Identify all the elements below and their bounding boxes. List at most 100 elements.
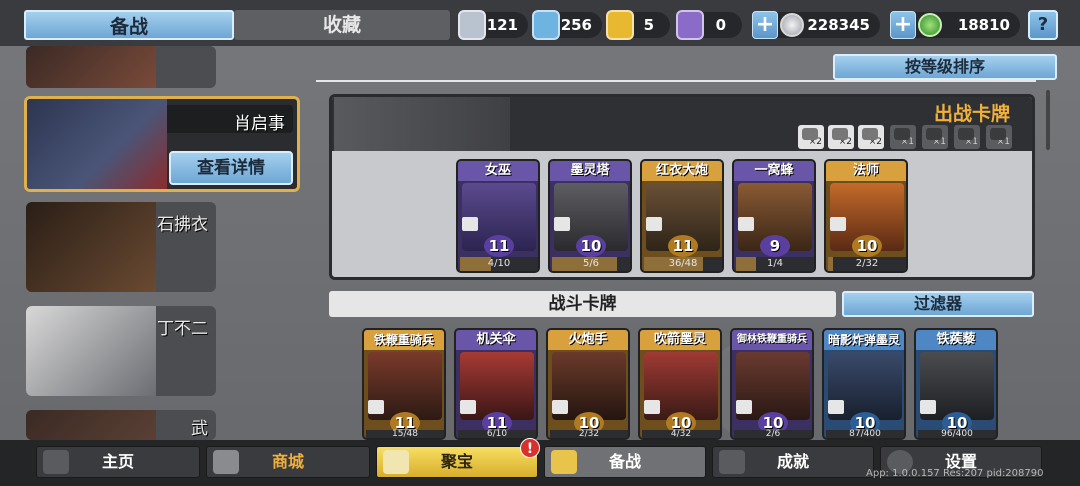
sort-by-level-button[interactable]: 按等级排序 <box>833 54 1057 80</box>
card-name: 一窝蜂 <box>754 163 794 178</box>
hero-portrait <box>26 46 156 88</box>
treasure-bowl-icon <box>383 450 409 474</box>
fight-card[interactable]: 暗影炸弹墨灵 10 87/400 <box>822 328 906 440</box>
bottom-nav: 主页 商城 聚宝 备战 成就 设置 <box>0 440 1080 486</box>
wall-icon <box>554 217 570 231</box>
fight-card[interactable]: 铁蒺藜 10 96/400 <box>914 328 998 440</box>
battle-panel-header: 出战卡牌 ×2 ×2 ×2 ×1 ×1 ×1 ×1 <box>332 97 1032 151</box>
fight-card[interactable]: 铁鞭重骑兵 11 15/48 <box>362 328 446 440</box>
fight-card[interactable]: 御林铁鞭重骑兵 10 2/6 <box>730 328 814 440</box>
unit-type-icon <box>736 400 752 414</box>
blue-crystal-icon <box>532 10 560 40</box>
card-level: 10 <box>576 235 606 257</box>
battle-card[interactable]: 一窝蜂 9 1/4 <box>732 159 816 273</box>
hero-name: 丁不二 <box>157 319 208 339</box>
hero-portrait <box>26 410 156 440</box>
skull-icon <box>802 128 818 140</box>
burst-icon <box>862 128 878 140</box>
unit-type-icon <box>644 400 660 414</box>
nav-shop[interactable]: 商城 <box>206 446 370 478</box>
card-progress: 2/32 <box>550 430 628 438</box>
app-version-info: App: 1.0.0.157 Res:207 pid:208790 <box>866 468 1044 479</box>
skull-icon <box>462 217 478 231</box>
divider <box>316 80 1036 82</box>
progress-fill <box>828 257 833 271</box>
gear-icon <box>958 128 974 140</box>
card-progress: 87/400 <box>826 430 904 438</box>
card-progress: 6/10 <box>458 430 536 438</box>
progress-fill <box>736 257 756 271</box>
filter-button[interactable]: 过滤器 <box>842 291 1034 317</box>
nav-treasure[interactable]: 聚宝 <box>376 446 538 478</box>
hero-item[interactable]: 丁不二 <box>26 306 216 396</box>
home-icon <box>43 450 69 474</box>
unit-type-icon <box>460 400 476 414</box>
card-name: 铁蒺藜 <box>936 332 976 347</box>
quota-burst: ×2 <box>858 125 884 149</box>
tower-icon <box>894 128 910 140</box>
hero-portrait <box>26 306 156 396</box>
hero-name: 肖启事 <box>234 114 285 134</box>
hero-portrait <box>26 202 156 292</box>
hero-item[interactable] <box>26 46 216 88</box>
battle-card[interactable]: 法师 10 2/32 <box>824 159 908 273</box>
battle-card[interactable]: 女巫 11 4/10 <box>456 159 540 273</box>
battle-cards-title: 出战卡牌 <box>933 103 1010 125</box>
fight-cards-header: 战斗卡牌 <box>329 291 836 317</box>
purple-crystal-icon <box>676 10 704 40</box>
green-gem-icon <box>918 13 942 37</box>
card-level: 11 <box>484 235 514 257</box>
card-name: 女巫 <box>484 163 511 178</box>
card-name: 法师 <box>852 163 879 178</box>
coins-icon <box>213 450 239 474</box>
nav-achievements[interactable]: 成就 <box>712 446 874 478</box>
card-name: 御林铁鞭重骑兵 <box>737 334 807 345</box>
battle-card[interactable]: 红衣大炮 11 36/48 <box>640 159 724 273</box>
nav-label: 聚宝 <box>440 452 473 471</box>
top-bar: 备战 收藏 121 256 5 0 228345 + 18810 + ? <box>0 0 1080 46</box>
currency-value: 228345 <box>807 16 870 34</box>
battle-card[interactable]: 墨灵塔 10 5/6 <box>548 159 632 273</box>
unit-type-icon <box>552 400 568 414</box>
add-silver-button[interactable]: + <box>752 11 778 39</box>
scrollbar[interactable] <box>1046 90 1050 150</box>
nav-label: 商城 <box>271 452 304 471</box>
tab-collection[interactable]: 收藏 <box>234 10 450 40</box>
card-name: 铁鞭重骑兵 <box>373 333 434 347</box>
fight-card[interactable]: 吹箭墨灵 10 4/32 <box>638 328 722 440</box>
help-button[interactable]: ? <box>1028 10 1058 40</box>
card-progress: 1/4 <box>736 257 814 271</box>
quota-gear: ×1 <box>954 125 980 149</box>
hero-item[interactable]: 武 <box>26 410 216 440</box>
currency-value: 18810 <box>957 16 1010 34</box>
battle-cards-panel: 出战卡牌 ×2 ×2 ×2 ×1 ×1 ×1 ×1 女巫 11 4/10 墨灵塔… <box>329 94 1035 280</box>
card-level: 10 <box>852 235 882 257</box>
resource-blue-crystal: 256 <box>532 10 602 40</box>
nav-home[interactable]: 主页 <box>36 446 200 478</box>
hero-name: 武 <box>191 419 208 439</box>
fight-card[interactable]: 机关伞 11 6/10 <box>454 328 538 440</box>
unit-type-icon <box>920 400 936 414</box>
resource-value: 0 <box>715 16 726 34</box>
cards-icon <box>551 450 577 474</box>
add-gem-button[interactable]: + <box>890 11 916 39</box>
card-progress: 4/10 <box>460 257 538 271</box>
card-progress: 96/400 <box>918 430 996 438</box>
card-name: 墨灵塔 <box>570 163 610 178</box>
unit-type-icon <box>368 400 384 414</box>
nav-prep[interactable]: 备战 <box>544 446 706 478</box>
hero-item[interactable]: 石拂衣 <box>26 202 216 292</box>
card-name: 红衣大炮 <box>655 163 708 178</box>
wall-icon <box>832 128 848 140</box>
card-progress: 2/32 <box>828 257 906 271</box>
card-level: 9 <box>760 235 790 257</box>
quota-skull: ×2 <box>798 125 824 149</box>
progress-fill <box>460 257 492 271</box>
fight-card[interactable]: 火炮手 10 2/32 <box>546 328 630 440</box>
tab-prep[interactable]: 备战 <box>24 10 234 40</box>
card-progress: 36/48 <box>644 257 722 271</box>
view-details-button[interactable]: 查看详情 <box>169 151 293 185</box>
hero-item-selected[interactable]: 肖启事 查看详情 <box>24 96 300 192</box>
card-progress: 15/48 <box>366 430 444 438</box>
helmet-icon <box>990 128 1006 140</box>
